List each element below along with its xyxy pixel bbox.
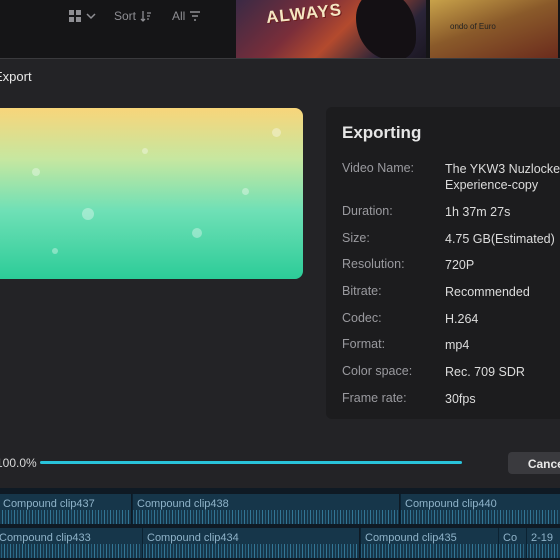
clip-waveform xyxy=(527,544,560,558)
timeline-clip[interactable]: Compound clip437 xyxy=(0,494,131,524)
info-label: Video Name: xyxy=(342,161,415,175)
clip-name: Compound clip437 xyxy=(3,498,95,510)
media-thumbnails: ALWAYS ondo of Euro xyxy=(236,0,560,58)
export-dialog: Export Exporting Video Name: The YKW3 Nu… xyxy=(0,58,560,489)
filter-icon xyxy=(190,11,201,21)
info-value: mp4 xyxy=(445,338,470,352)
timeline-clip[interactable]: Compound clip435 xyxy=(360,528,499,558)
timeline-clip[interactable]: Compound clip438 xyxy=(132,494,399,524)
thumbnail-shape xyxy=(356,0,416,58)
clip-name: Compound clip440 xyxy=(405,498,497,510)
clip-name: Compound clip435 xyxy=(365,532,457,544)
preview-bubble xyxy=(32,168,40,176)
timeline-track: Compound clip437 Compound clip438 Compou… xyxy=(0,494,560,524)
clip-waveform xyxy=(0,510,131,524)
info-value: H.264 xyxy=(445,312,479,326)
timeline-clip[interactable]: Compound clip434 xyxy=(142,528,359,558)
preview-bubble xyxy=(142,148,148,154)
info-value: 1h 37m 27s xyxy=(445,205,511,219)
info-label: Bitrate: xyxy=(342,284,382,298)
info-value: Rec. 709 SDR xyxy=(445,365,525,379)
clip-waveform xyxy=(361,544,499,558)
media-thumbnail[interactable]: ALWAYS xyxy=(236,0,426,58)
media-thumbnail[interactable]: ondo of Euro xyxy=(430,0,558,58)
info-label: Color space: xyxy=(342,364,413,378)
clip-waveform xyxy=(133,510,399,524)
timeline: Compound clip437 Compound clip438 Compou… xyxy=(0,488,560,560)
progress-fill xyxy=(40,461,462,464)
export-preview xyxy=(0,108,303,279)
sort-label: Sort xyxy=(114,9,137,23)
preview-bubble xyxy=(272,128,281,137)
timeline-clip[interactable]: 2-19 xyxy=(526,528,560,558)
clip-waveform xyxy=(0,544,143,558)
clip-waveform xyxy=(143,544,359,558)
dialog-title: Export xyxy=(0,69,32,84)
preview-bubble xyxy=(52,248,58,254)
info-label: Duration: xyxy=(342,204,393,218)
info-value: 720P xyxy=(445,258,475,272)
export-status-title: Exporting xyxy=(342,123,422,142)
clip-name: 2-19 xyxy=(531,532,554,544)
chevron-down-icon xyxy=(86,13,96,20)
export-progress-bar xyxy=(40,461,462,464)
thumbnail-logo-text: ALWAYS xyxy=(265,0,343,27)
info-label: Codec: xyxy=(342,311,382,325)
grid-icon xyxy=(69,10,81,22)
info-label: Size: xyxy=(342,231,370,245)
preview-bubble xyxy=(82,208,94,220)
cancel-button[interactable]: Cancel xyxy=(508,452,560,474)
info-value: The YKW3 Nuzlocke Experience-copy xyxy=(445,162,560,192)
sort-icon xyxy=(140,11,152,22)
sort-button[interactable]: Sort xyxy=(114,9,152,23)
preview-bubble xyxy=(192,228,202,238)
info-value: 30fps xyxy=(445,392,476,406)
media-toolbar: Sort All ALWAYS ondo of Euro xyxy=(0,0,560,58)
clip-waveform xyxy=(401,510,560,524)
preview-bubble xyxy=(242,188,249,195)
info-label: Frame rate: xyxy=(342,391,407,405)
filter-button[interactable]: All xyxy=(172,9,203,23)
timeline-track: Compound clip433 Compound clip434 Compou… xyxy=(0,528,560,558)
clip-name: Compound clip438 xyxy=(137,498,229,510)
info-value: 4.75 GB(Estimated) xyxy=(445,232,555,246)
view-toggle[interactable] xyxy=(68,9,96,23)
info-value: Recommended xyxy=(445,285,530,299)
thumbnail-caption: ondo of Euro xyxy=(450,22,496,31)
filter-label: All xyxy=(172,9,186,23)
clip-name: Co xyxy=(503,532,518,544)
timeline-clip[interactable]: Compound clip440 xyxy=(400,494,560,524)
progress-percent: 100.0% xyxy=(0,456,37,470)
timeline-clip[interactable]: Compound clip433 xyxy=(0,528,143,558)
timeline-clip[interactable]: Co xyxy=(498,528,527,558)
info-label: Format: xyxy=(342,337,386,351)
clip-name: Compound clip434 xyxy=(147,532,239,544)
info-label: Resolution: xyxy=(342,257,405,271)
clip-waveform xyxy=(499,544,527,558)
export-info-panel: Exporting Video Name: The YKW3 Nuzlocke … xyxy=(326,107,560,419)
clip-name: Compound clip433 xyxy=(0,532,91,544)
